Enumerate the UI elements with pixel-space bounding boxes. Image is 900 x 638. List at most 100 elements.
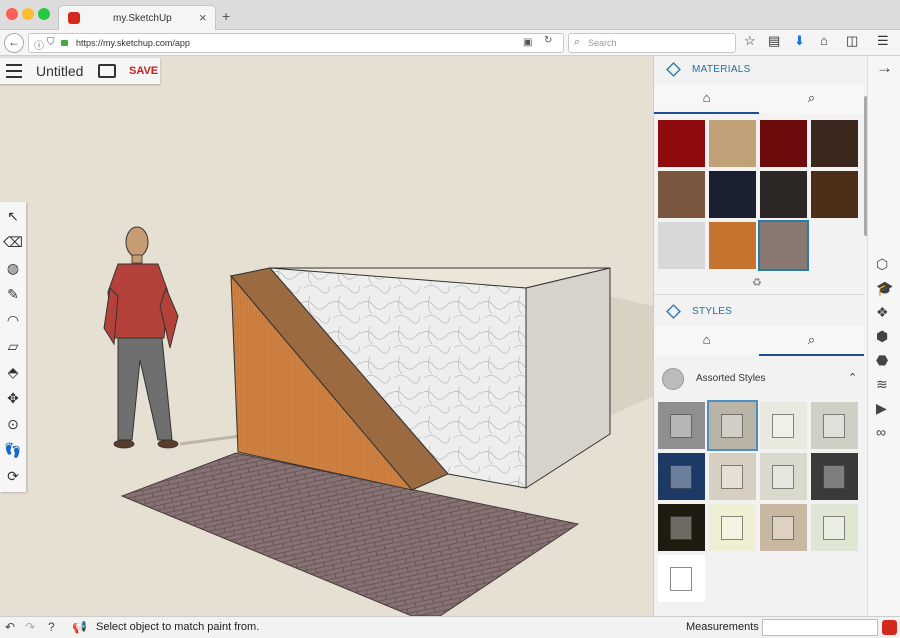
- styles-title: STYLES: [692, 306, 733, 317]
- style-thumb[interactable]: [658, 453, 705, 500]
- model-title[interactable]: Untitled: [36, 63, 83, 79]
- address-bar[interactable]: ⓘ ⛉ https://my.sketchup.com/app ▣: [28, 33, 564, 53]
- box-shadow: [610, 296, 653, 416]
- style-thumb[interactable]: [658, 555, 705, 602]
- rectangle-tool-icon[interactable]: ▱: [3, 336, 23, 356]
- bookmark-star-icon[interactable]: ☆: [744, 33, 756, 49]
- layers-icon[interactable]: ≋: [876, 376, 888, 393]
- pencil-tool-icon[interactable]: ✎: [3, 284, 23, 304]
- style-thumb[interactable]: [707, 400, 758, 451]
- browser-menu-icon[interactable]: ☰: [877, 33, 889, 49]
- material-swatch-charcoal[interactable]: [760, 171, 807, 218]
- model-viewport[interactable]: [0, 56, 653, 616]
- app-window: my.SketchUp × + ← ⓘ ⛉ https://my.sketchu…: [0, 0, 900, 638]
- style-thumb[interactable]: [811, 402, 858, 449]
- materials-home-tab[interactable]: ⌂: [654, 84, 759, 114]
- styles-home-tab[interactable]: ⌂: [654, 326, 759, 356]
- material-swatch-navy[interactable]: [709, 171, 756, 218]
- scenes-icon[interactable]: ▶: [876, 400, 887, 417]
- entity-info-icon[interactable]: ⬡: [876, 256, 888, 273]
- material-swatch-brown[interactable]: [658, 171, 705, 218]
- styles-rail-icon[interactable]: ⬣: [876, 352, 888, 369]
- collapse-arrow-icon[interactable]: →: [876, 58, 893, 78]
- style-thumb[interactable]: [811, 453, 858, 500]
- style-thumb[interactable]: [760, 453, 807, 500]
- status-bar: ↶ ↷ ? 📢 Select object to match paint fro…: [0, 616, 900, 638]
- tab-close-icon[interactable]: ×: [199, 10, 207, 25]
- material-swatch-walnut[interactable]: [811, 171, 858, 218]
- material-swatch-red[interactable]: [658, 120, 705, 167]
- style-thumb[interactable]: [709, 504, 756, 551]
- styles-header[interactable]: STYLES: [654, 298, 864, 326]
- close-window-button[interactable]: [6, 8, 18, 20]
- material-swatch-wood[interactable]: [709, 222, 756, 269]
- status-message: Select object to match paint from.: [96, 621, 260, 633]
- url-text[interactable]: https://my.sketchup.com/app: [76, 38, 190, 48]
- styles-browse-tab[interactable]: ⌕: [759, 326, 864, 356]
- style-thumb[interactable]: [760, 402, 807, 449]
- tab-title: my.SketchUp: [113, 13, 172, 24]
- style-thumb[interactable]: [709, 453, 756, 500]
- style-preview-cubes: [670, 567, 692, 591]
- shield-icon[interactable]: ⛉: [47, 37, 55, 48]
- style-preview-cubes: [670, 516, 692, 540]
- material-swatch-dark-brown[interactable]: [811, 120, 858, 167]
- move-tool-icon[interactable]: ✥: [3, 388, 23, 408]
- instructor-icon[interactable]: 🎓: [876, 280, 893, 297]
- chevron-up-icon[interactable]: ⌃: [848, 371, 857, 384]
- style-thumb[interactable]: [811, 504, 858, 551]
- tape-measure-tool-icon[interactable]: ⊙: [3, 414, 23, 434]
- arc-tool-icon[interactable]: ◠: [3, 310, 23, 330]
- redo-icon[interactable]: ↷: [25, 620, 35, 634]
- save-button[interactable]: SAVE: [129, 65, 158, 77]
- search-input[interactable]: ⌕ Search: [568, 33, 736, 53]
- new-tab-button[interactable]: +: [222, 8, 230, 24]
- style-collection-label: Assorted Styles: [696, 373, 766, 384]
- lock-icon: [61, 40, 68, 46]
- megaphone-icon[interactable]: 📢: [72, 620, 87, 634]
- materials-title: MATERIALS: [692, 64, 751, 75]
- eraser-tool-icon[interactable]: ⌫: [3, 232, 23, 252]
- material-swatch-tan[interactable]: [709, 120, 756, 167]
- paint-bucket-tool-icon[interactable]: ◍: [3, 258, 23, 278]
- style-thumb[interactable]: [658, 402, 705, 449]
- undo-icon[interactable]: ↶: [5, 620, 15, 634]
- style-preview-cubes: [721, 465, 743, 489]
- material-swatch-marble[interactable]: [658, 222, 705, 269]
- open-folder-icon[interactable]: [98, 64, 116, 78]
- recycle-icon[interactable]: ♻: [752, 276, 762, 289]
- reload-icon[interactable]: ↻: [544, 35, 552, 46]
- style-thumb[interactable]: [760, 504, 807, 551]
- style-collection-icon: [662, 368, 684, 390]
- material-swatch-dark-red[interactable]: [760, 120, 807, 167]
- push-pull-tool-icon[interactable]: ⬘: [3, 362, 23, 382]
- hamburger-menu-icon[interactable]: [6, 64, 22, 78]
- components-icon[interactable]: ❖: [876, 304, 889, 321]
- download-icon[interactable]: ⬇: [794, 33, 805, 49]
- minimize-window-button[interactable]: [22, 8, 34, 20]
- browser-tab[interactable]: my.SketchUp ×: [58, 5, 216, 31]
- info-icon[interactable]: ⓘ: [34, 37, 44, 52]
- material-swatch-stone-tile[interactable]: [758, 220, 809, 271]
- materials-header[interactable]: MATERIALS: [654, 56, 864, 84]
- measurements-input[interactable]: [762, 619, 878, 636]
- orbit-tool-icon[interactable]: ⟳: [3, 466, 23, 486]
- style-thumb[interactable]: [658, 504, 705, 551]
- select-tool-icon[interactable]: ↖: [3, 206, 23, 226]
- materials-browse-tab[interactable]: ⌕: [759, 84, 864, 114]
- reading-list-icon[interactable]: ▤: [768, 33, 780, 49]
- reader-icon[interactable]: ▣: [523, 37, 532, 48]
- search-placeholder: Search: [588, 38, 617, 48]
- back-button[interactable]: ←: [4, 33, 24, 53]
- styles-collection-selector[interactable]: Assorted Styles ⌃: [654, 366, 864, 394]
- home-icon[interactable]: ⌂: [820, 33, 828, 48]
- pocket-icon[interactable]: ◫: [846, 33, 858, 49]
- materials-rail-icon[interactable]: ⬢: [876, 328, 888, 345]
- measurements-label: Measurements: [686, 621, 759, 633]
- zoom-window-button[interactable]: [38, 8, 50, 20]
- app-header: Untitled SAVE: [0, 58, 160, 84]
- help-icon[interactable]: ?: [48, 620, 55, 634]
- sketchup-logo-icon[interactable]: [882, 620, 897, 635]
- walk-tool-icon[interactable]: 👣: [3, 440, 23, 460]
- display-glasses-icon[interactable]: ∞: [876, 424, 886, 440]
